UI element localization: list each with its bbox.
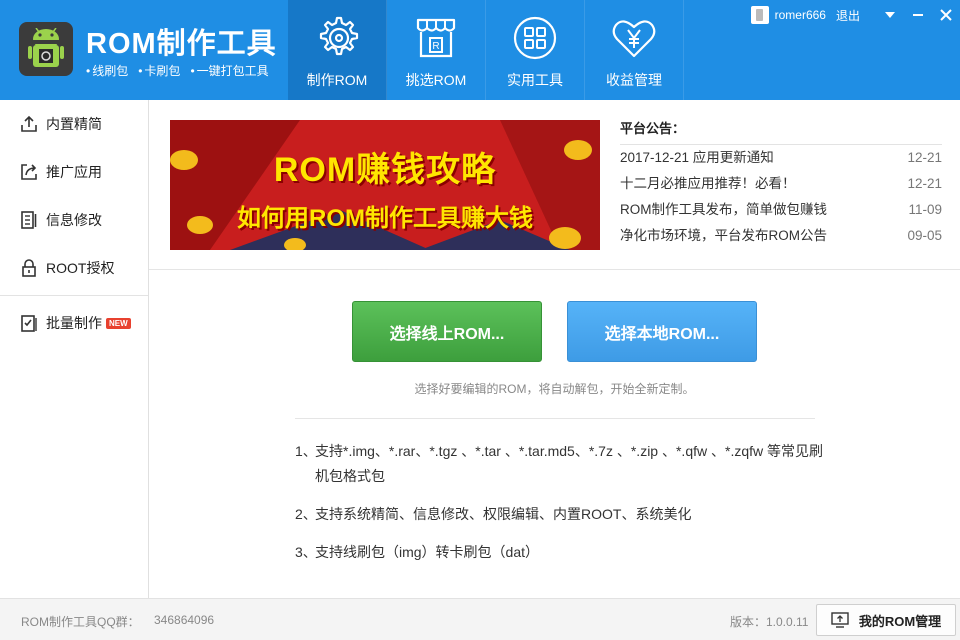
subtitle-item: 一键打包工具: [190, 62, 269, 79]
user-area: romer666 退出: [750, 0, 960, 30]
my-rom-manage-button[interactable]: 我的ROM管理: [816, 604, 956, 636]
notice-item[interactable]: 净化市场环境，平台发布ROM公告 09-05: [620, 223, 942, 249]
tab-label: 收益管理: [606, 72, 662, 88]
feature-list: 1、 支持*.img、*.rar、*.tgz 、*.tar 、*.tar.md5…: [295, 439, 825, 578]
feature-text: 支持线刷包（img）转卡刷包（dat）: [315, 544, 540, 560]
user-name: romer666: [774, 8, 826, 22]
tab-pick-rom[interactable]: R 挑选ROM: [387, 0, 486, 100]
notice-item[interactable]: 十二月必推应用推荐！必看！ 12-21: [620, 171, 942, 197]
sidebar-item-builtin-slim[interactable]: 内置精简: [0, 100, 148, 148]
feature-number: 2、: [295, 506, 317, 522]
new-badge: NEW: [106, 317, 131, 329]
tab-label: 挑选ROM: [405, 72, 467, 88]
document-edit-icon: [21, 211, 37, 229]
notice-item[interactable]: ROM制作工具发布，简单做包赚钱 11-09: [620, 197, 942, 223]
notice-date: 09-05: [907, 228, 942, 243]
feature-text: 支持系统精简、信息修改、权限编辑、内置ROOT、系统美化: [315, 506, 692, 522]
tab-label: 实用工具: [507, 72, 563, 88]
upload-box-icon: [21, 115, 37, 132]
list-item: 1、 支持*.img、*.rar、*.tgz 、*.tar 、*.tar.md5…: [295, 439, 825, 489]
app-logo-icon: [19, 22, 73, 76]
hint-divider: [295, 418, 815, 419]
notice-text: 净化市场环境，平台发布ROM公告: [620, 228, 827, 243]
app-title: ROM制作工具: [86, 28, 277, 60]
notice-date: 12-21: [907, 150, 942, 165]
logout-link[interactable]: 退出: [836, 7, 860, 24]
list-item: 2、 支持系统精简、信息修改、权限编辑、内置ROOT、系统美化: [295, 502, 825, 527]
tab-tools[interactable]: 实用工具: [486, 0, 585, 100]
feature-number: 1、: [295, 443, 317, 459]
sidebar-item-label: 信息修改: [46, 212, 102, 228]
banner-headline: ROM赚钱攻略: [273, 151, 497, 189]
heart-yen-icon: [612, 20, 656, 58]
promo-banner[interactable]: ROM赚钱攻略 如何用ROM制作工具赚大钱: [170, 120, 600, 250]
checklist-icon: [21, 315, 37, 332]
sidebar-item-info-edit[interactable]: 信息修改: [0, 196, 148, 244]
minimize-icon: [913, 14, 923, 16]
select-online-rom-button[interactable]: 选择线上ROM...: [352, 301, 542, 362]
gear-disc-icon: [319, 16, 359, 56]
chevron-down-icon: [885, 12, 895, 18]
close-icon: [940, 9, 952, 21]
main-content: ROM赚钱攻略 如何用ROM制作工具赚大钱 平台公告： 2017-12-21 应…: [149, 100, 960, 598]
sidebar-item-label: 批量制作: [46, 315, 102, 331]
notice-text: 十二月必推应用推荐！必看！: [620, 176, 796, 191]
status-bar: ROM制作工具QQ群： 346864096 版本：1.0.0.11 我的ROM管…: [0, 598, 960, 640]
app-subtitle: 线刷包 卡刷包 一键打包工具: [86, 62, 269, 79]
select-hint: 选择好要编辑的ROM，将自动解包，开始全新定制。: [414, 382, 695, 396]
banner-subheadline: 如何用ROM制作工具赚大钱: [237, 205, 533, 232]
notice-panel: 平台公告： 2017-12-21 应用更新通知 12-21 十二月必推应用推荐！…: [620, 120, 942, 249]
tab-revenue[interactable]: 收益管理: [585, 0, 684, 100]
section-divider: [149, 269, 960, 270]
svg-text:R: R: [432, 41, 439, 52]
menu-dropdown-button[interactable]: [876, 0, 904, 30]
qq-group-label: ROM制作工具QQ群：: [21, 615, 140, 629]
notice-date: 11-09: [908, 202, 942, 217]
sidebar-item-label: ROOT授权: [46, 260, 115, 276]
sidebar-divider: [0, 295, 148, 296]
notice-text: ROM制作工具发布，简单做包赚钱: [620, 202, 827, 217]
main-nav: 制作ROM R 挑选ROM 实用工具 收益管理: [288, 0, 684, 100]
top-header: ROM制作工具 线刷包 卡刷包 一键打包工具 制作ROM R 挑选R: [0, 0, 960, 100]
monitor-upload-icon: [831, 612, 849, 628]
grid-apps-icon: [513, 16, 557, 60]
tab-make-rom[interactable]: 制作ROM: [288, 0, 387, 100]
feature-number: 3、: [295, 544, 317, 560]
notice-title: 平台公告：: [620, 120, 942, 145]
sidebar-item-label: 推广应用: [46, 164, 102, 180]
lock-icon: [22, 259, 36, 277]
version-text: 版本：1.0.0.11: [730, 615, 809, 629]
share-box-icon: [21, 164, 37, 180]
sidebar-item-batch[interactable]: 批量制作 NEW: [0, 299, 148, 347]
notice-date: 12-21: [907, 176, 942, 191]
sidebar-item-root[interactable]: ROOT授权: [0, 244, 148, 292]
my-rom-manage-label: 我的ROM管理: [858, 613, 942, 629]
store-icon: R: [416, 18, 456, 58]
close-button[interactable]: [932, 0, 960, 30]
notice-item[interactable]: 2017-12-21 应用更新通知 12-21: [620, 145, 942, 171]
minimize-button[interactable]: [904, 0, 932, 30]
select-local-rom-button[interactable]: 选择本地ROM...: [567, 301, 757, 362]
tab-label: 制作ROM: [306, 72, 368, 88]
notice-text: 2017-12-21 应用更新通知: [620, 150, 774, 165]
feature-text: 支持*.img、*.rar、*.tgz 、*.tar 、*.tar.md5、*.…: [315, 443, 824, 484]
sidebar: 内置精简 推广应用 信息修改 ROOT授权 批量制作 NEW: [0, 100, 149, 598]
sidebar-item-label: 内置精简: [46, 116, 102, 132]
qq-group-number: 346864096: [154, 613, 215, 627]
sidebar-item-promote-apps[interactable]: 推广应用: [0, 148, 148, 196]
subtitle-item: 线刷包: [86, 62, 128, 79]
avatar[interactable]: [750, 6, 769, 24]
subtitle-item: 卡刷包: [138, 62, 180, 79]
list-item: 3、 支持线刷包（img）转卡刷包（dat）: [295, 540, 825, 565]
